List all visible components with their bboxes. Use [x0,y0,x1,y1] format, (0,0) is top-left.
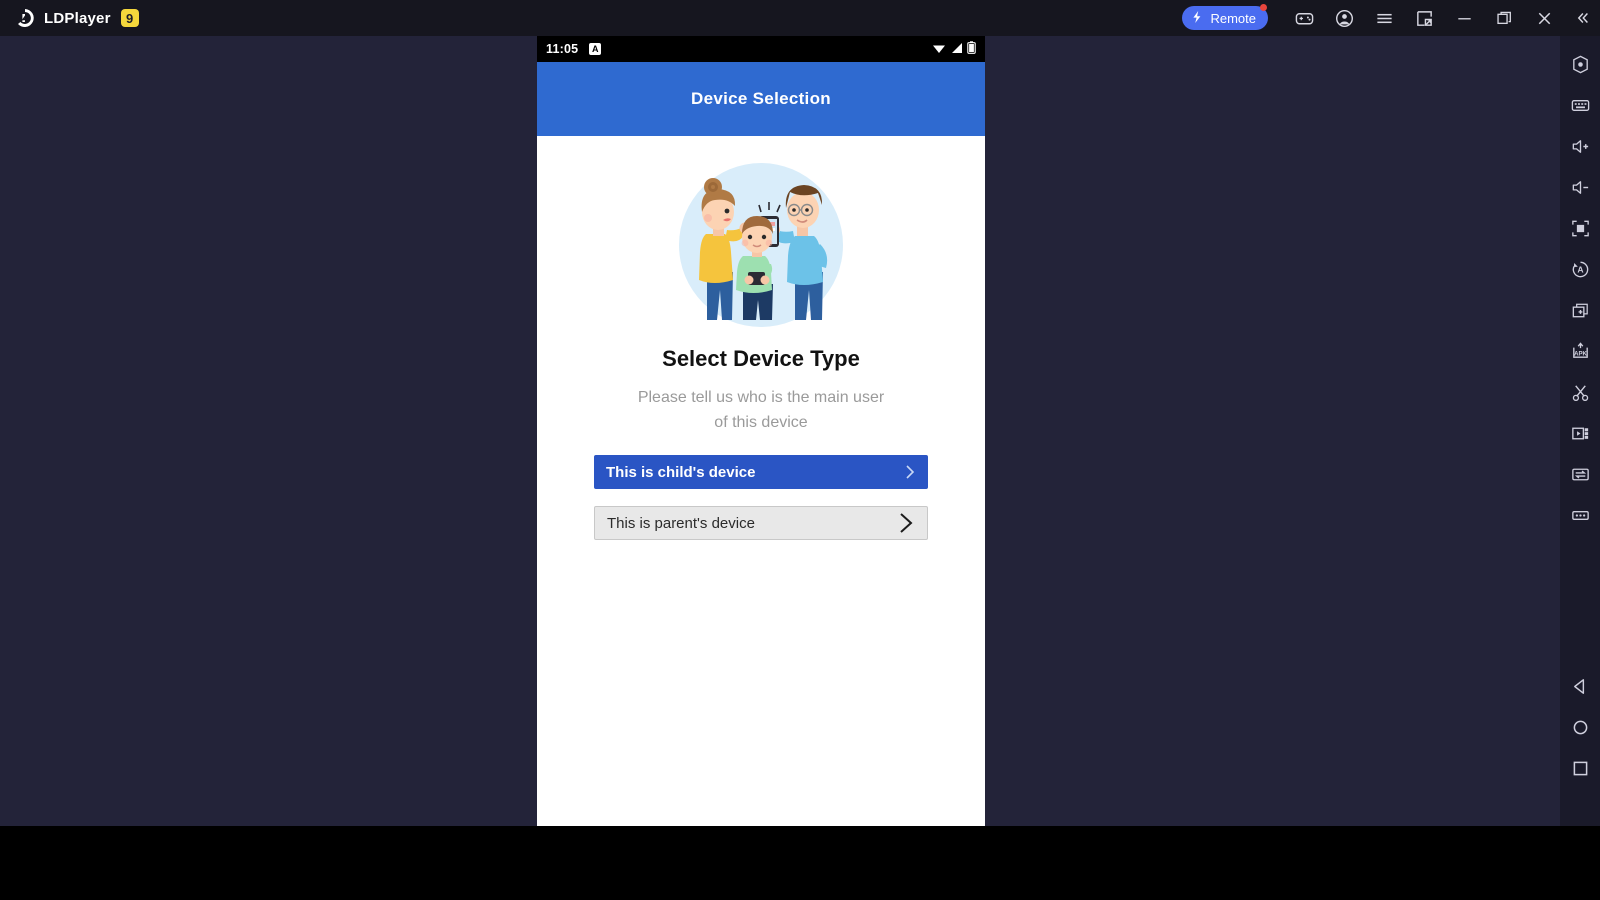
screenshot-icon[interactable] [1560,372,1600,413]
svg-text:APK: APK [1574,350,1587,357]
ldplayer-logo-icon [14,7,36,29]
settings-icon[interactable] [1560,44,1600,85]
android-recents-button[interactable] [1560,748,1600,789]
menu-icon[interactable] [1364,0,1404,36]
android-back-button[interactable] [1560,666,1600,707]
child-device-button-label: This is child's device [606,463,756,481]
maximize-icon[interactable] [1484,0,1524,36]
volume-down-icon[interactable] [1560,167,1600,208]
brand: LDPlayer 9 [14,7,139,29]
cellular-signal-icon [950,42,963,57]
chevron-right-icon [897,511,915,535]
multi-instance-icon[interactable] [1560,290,1600,331]
brand-name: LDPlayer [44,9,111,27]
child-device-button[interactable]: This is child's device [594,455,928,489]
collapse-sidebar-icon[interactable] [1564,0,1600,36]
android-home-button[interactable] [1560,707,1600,748]
file-transfer-icon[interactable] [1560,454,1600,495]
titlebar-controls: Remote [1182,0,1600,36]
expand-window-icon[interactable] [1404,0,1444,36]
parent-device-button[interactable]: This is parent's device [594,506,928,540]
status-bar-indicators [932,41,976,57]
page-title: Device Selection [691,89,831,108]
minimize-icon[interactable] [1444,0,1484,36]
app-notification-icon: A [589,43,602,55]
volume-up-icon[interactable] [1560,126,1600,167]
chevron-right-icon [904,464,916,480]
close-icon[interactable] [1524,0,1564,36]
app-bar: Device Selection [537,62,985,136]
status-bar-time: 11:05 [546,42,579,56]
section-subtitle: Please tell us who is the main user of t… [637,389,885,431]
remote-notification-dot [1260,4,1267,11]
brand-version-badge: 9 [120,9,139,27]
account-icon[interactable] [1324,0,1364,36]
android-status-bar: 11:05 A [537,36,985,62]
lightning-bolt-icon [1190,10,1204,27]
remote-button-label: Remote [1210,10,1256,26]
titlebar: LDPlayer 9 Remote [0,0,1600,36]
gamepad-icon[interactable] [1284,0,1324,36]
parent-device-button-label: This is parent's device [607,514,755,532]
battery-icon [967,41,976,57]
keyboard-icon[interactable] [1560,85,1600,126]
ldplayer-emulator-window: LDPlayer 9 Remote 11:05 A Device Selecti… [0,0,1600,900]
fullscreen-icon[interactable] [1560,208,1600,249]
more-options-icon[interactable] [1560,495,1600,536]
wifi-icon [932,42,946,57]
remote-button[interactable]: Remote [1182,4,1268,30]
auto-rotate-icon[interactable]: A [1560,249,1600,290]
screen-record-icon[interactable] [1560,413,1600,454]
bottom-bar [0,826,1600,900]
section-heading: Select Device Type [662,346,860,371]
screen-content: Select Device Type Please tell us who is… [537,136,985,826]
emulator-toolbar: A APK [1560,36,1600,826]
emulator-screen: 11:05 A Device Selection Select Device T… [537,36,985,826]
install-apk-icon[interactable]: APK [1560,331,1600,372]
svg-text:A: A [1577,265,1583,275]
family-using-phone-illustration [661,160,861,330]
